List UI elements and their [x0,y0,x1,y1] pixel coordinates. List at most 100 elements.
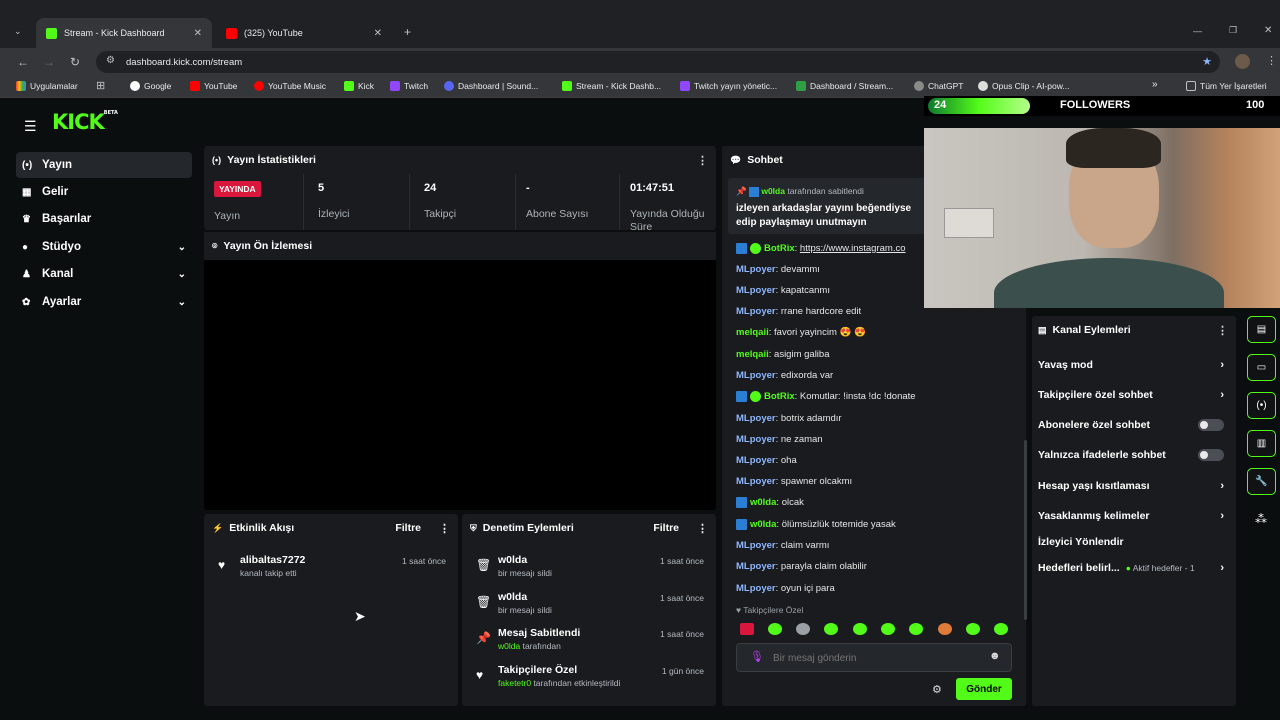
action-account-age[interactable]: Hesap yaşı kısıtlaması › [1038,478,1224,494]
chat-username[interactable]: w0lda [750,519,776,530]
tools-button[interactable]: 🔧 [1247,468,1276,495]
chat-username[interactable]: MLpoyer [736,370,776,381]
sidebar-item-ayarlar[interactable]: ✿ Ayarlar ⌄ [16,289,192,315]
emote-icon[interactable] [768,623,782,635]
action-followers-only[interactable]: Takipçilere özel sohbet › [1038,387,1224,403]
action-slow-mode[interactable]: Yavaş mod › [1038,357,1224,373]
tab-kick-dashboard[interactable]: Stream - Kick Dashboard ✕ [36,18,212,48]
chat-input-box[interactable]: 🎙 ☻ [736,643,1012,672]
emote-icon[interactable] [853,623,867,635]
forward-icon[interactable]: → [36,55,62,69]
chat-username[interactable]: w0lda [750,497,776,508]
close-window-icon[interactable]: ✕ [1264,25,1272,36]
bookmark-youtube-music[interactable]: YouTube Music [254,81,326,91]
filter-button[interactable]: Filtre [653,522,679,534]
bookmark-kick[interactable]: Kick [344,81,374,91]
emote-icon[interactable] [994,623,1008,635]
more-options-icon[interactable]: ⋮ [697,154,708,167]
url-input[interactable]: ⚙ dashboard.kick.com/stream ★ [96,51,1220,73]
chat-message-input[interactable] [773,650,973,666]
emote-icon[interactable] [881,623,895,635]
bookmark-youtube[interactable]: YouTube [190,81,237,91]
bookmark-twitch-manager[interactable]: Twitch yayın yönetic... [680,81,777,91]
sidebar-item-studyo[interactable]: ● Stüdyo ⌄ [16,234,192,260]
tab-youtube[interactable]: (325) YouTube ✕ [216,18,392,48]
subscribers-only-toggle[interactable] [1198,419,1224,431]
send-button[interactable]: Gönder [956,678,1012,700]
profile-avatar[interactable] [1235,54,1250,69]
action-banned-words[interactable]: Yasaklanmış kelimeler › [1038,508,1224,524]
bookmark-soundalerts[interactable]: Dashboard | Sound... [444,81,538,91]
layout-button[interactable]: ▥ [1247,430,1276,457]
bookmark-google[interactable]: Google [130,81,171,91]
sidebar-item-basarilar[interactable]: ♛ Başarılar [16,206,192,232]
chat-username[interactable]: melqaii [736,327,769,338]
bookmark-opus-clip[interactable]: Opus Clip - AI-pow... [978,81,1069,91]
chat-settings-icon[interactable]: ⚙ [932,683,942,696]
bookmark-apps[interactable]: Uygulamalar [16,81,78,91]
more-options-icon[interactable]: ⋮ [697,522,708,535]
chevron-down-icon[interactable]: ⌄ [178,242,186,253]
sidebar-item-gelir[interactable]: ▦ Gelir [16,179,192,205]
site-info-icon[interactable]: ⚙ [106,55,115,66]
bookmark-star-icon[interactable]: ★ [1202,55,1212,68]
action-goals[interactable]: Hedefleri belirl... ● Aktif hedefler - 1 › [1038,560,1224,576]
tab-search-icon[interactable]: ⌄ [14,26,22,37]
chevron-down-icon[interactable]: ⌄ [178,297,186,308]
chat-username[interactable]: MLpoyer [736,434,776,445]
emoji-icon[interactable]: ☻ [989,650,1001,662]
panel-header: ⚡ Etkinlik Akışı Filtre ⋮ [204,514,458,542]
bookmark-twitch[interactable]: Twitch [390,81,428,91]
minimize-icon[interactable]: — [1193,26,1202,36]
chat-username[interactable]: MLpoyer [736,476,776,487]
emote-only-toggle[interactable] [1198,449,1224,461]
chat-username[interactable]: MLpoyer [736,583,776,594]
more-options-icon[interactable]: ⋮ [439,522,450,535]
new-tab-icon[interactable]: + [404,25,411,39]
chat-scrollbar[interactable] [1024,440,1027,620]
emote-icon[interactable] [909,623,923,635]
chat-text[interactable]: https://www.instagram.co [800,243,906,254]
address-bar-row: ← → ↻ ⚙ dashboard.kick.com/stream ★ ⋮ [0,48,1280,76]
chat-username[interactable]: BotRix [764,243,795,254]
chevron-down-icon[interactable]: ⌄ [178,269,186,280]
microphone-icon[interactable]: 🎙 [750,650,764,663]
reload-icon[interactable]: ↻ [62,55,88,69]
browser-menu-icon[interactable]: ⋮ [1266,54,1277,67]
emote-icon[interactable] [796,623,810,635]
action-raid[interactable]: İzleyici Yönlendir [1038,534,1224,550]
broadcast-button[interactable]: (•) [1247,392,1276,419]
emote-icon[interactable] [740,623,754,635]
filter-button[interactable]: Filtre [395,522,421,534]
menu-icon[interactable]: ☰ [24,118,37,135]
chat-username[interactable]: melqaii [736,349,769,360]
notes-button[interactable]: ▤ [1247,316,1276,343]
sidebar-item-yayin[interactable]: (•) Yayın [16,152,192,178]
close-tab-icon[interactable]: ✕ [374,28,382,39]
share-nodes-icon[interactable]: ⁂ [1255,512,1267,526]
bookmark-stream-dashboard[interactable]: Dashboard / Stream... [796,81,893,91]
close-tab-icon[interactable]: ✕ [194,28,202,39]
all-bookmarks[interactable]: Tüm Yer İşaretleri [1186,81,1267,91]
more-options-icon[interactable]: ⋮ [1217,324,1228,337]
chat-username[interactable]: MLpoyer [736,455,776,466]
chat-username[interactable]: MLpoyer [736,540,776,551]
sidebar-item-kanal[interactable]: ♟ Kanal ⌄ [16,261,192,287]
chat-username[interactable]: MLpoyer [736,413,776,424]
restore-icon[interactable]: ❐ [1229,25,1237,36]
emote-icon[interactable] [966,623,980,635]
emote-icon[interactable] [824,623,838,635]
more-bookmarks-icon[interactable]: » [1152,79,1158,90]
chat-username[interactable]: MLpoyer [736,306,776,317]
chat-username[interactable]: BotRix [764,391,795,402]
bookmark-kick-dashboard[interactable]: Stream - Kick Dashb... [562,81,661,91]
bookmark-chatgpt[interactable]: ChatGPT [914,81,963,91]
chat-username[interactable]: MLpoyer [736,264,776,275]
grid-icon[interactable]: ⊞ [96,79,105,92]
chat-username[interactable]: MLpoyer [736,561,776,572]
kick-logo[interactable]: KICKBETA [52,110,118,134]
chat-username[interactable]: MLpoyer [736,285,776,296]
emote-icon[interactable] [938,623,952,635]
back-icon[interactable]: ← [10,55,36,69]
chat-button[interactable]: ▭ [1247,354,1276,381]
